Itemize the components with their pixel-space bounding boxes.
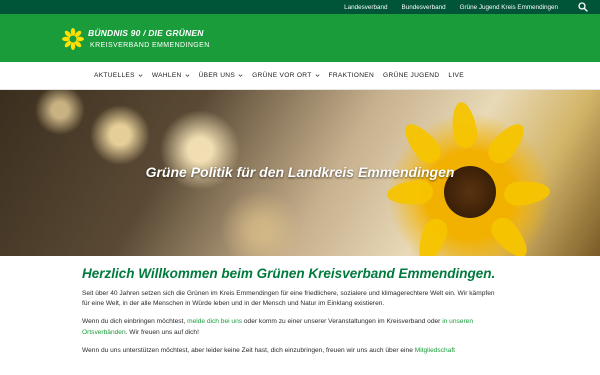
brand-title[interactable]: BÜNDNIS 90 / DIE GRÜNEN	[88, 28, 204, 38]
engagement-paragraph: Wenn du dich einbringen möchtest, melde …	[82, 317, 504, 337]
nav-item-ueber-uns[interactable]: ÜBER UNS	[199, 72, 243, 79]
chevron-down-icon	[315, 74, 319, 77]
sunflower-petal	[412, 215, 452, 256]
support-paragraph: Wenn du uns unterstützen möchtest, aber …	[82, 346, 504, 356]
nav-item-label: LIVE	[448, 72, 464, 79]
contact-link[interactable]: melde dich bei uns	[187, 318, 242, 325]
nav-item-label: WAHLEN	[151, 72, 182, 79]
nav-item-label: FRAKTIONEN	[328, 72, 375, 79]
text-fragment: Wenn du uns unterstützen möchtest, aber …	[82, 346, 415, 354]
nav-item-wahlen[interactable]: WAHLEN	[152, 72, 190, 79]
search-icon[interactable]	[578, 2, 588, 12]
sunflower-petal	[398, 117, 446, 169]
nav-item-live[interactable]: LIVE	[448, 72, 464, 79]
main-navigation: AKTUELLES WAHLEN ÜBER UNS GRÜNE VOR ORT …	[0, 62, 600, 90]
brand-header: BÜNDNIS 90 / DIE GRÜNEN KREISVERBAND EMM…	[0, 14, 600, 62]
brand-subtitle[interactable]: KREISVERBAND EMMENDINGEN	[90, 42, 210, 49]
nav-item-label: ÜBER UNS	[198, 72, 236, 79]
hero-title: Grüne Politik für den Landkreis Emmendin…	[145, 164, 455, 180]
text-fragment: oder komm zu einer unserer Veranstaltung…	[242, 318, 443, 326]
nav-item-aktuelles[interactable]: AKTUELLES	[94, 72, 143, 79]
chevron-down-icon	[138, 74, 143, 77]
nav-item-gruene-jugend[interactable]: GRÜNE JUGEND	[383, 72, 439, 79]
nav-item-fraktionen[interactable]: FRAKTIONEN	[329, 72, 375, 79]
link-bundesverband[interactable]: Bundesverband	[402, 4, 446, 11]
nav-item-label: AKTUELLES	[94, 72, 135, 79]
link-gruene-jugend[interactable]: Grüne Jugend Kreis Emmendingen	[460, 4, 558, 11]
hero-banner: Grüne Politik für den Landkreis Emmendin…	[0, 90, 600, 256]
chevron-down-icon	[238, 74, 243, 77]
text-fragment: . Wir freuen uns auf dich!	[125, 328, 199, 336]
page-heading: Herzlich Willkommen beim Grünen Kreisver…	[82, 266, 496, 281]
sunflower-petal	[503, 179, 551, 207]
nav-item-label: GRÜNE VOR ORT	[252, 72, 312, 79]
main-content: Herzlich Willkommen beim Grünen Kreisver…	[0, 256, 600, 356]
sunflower-petal	[483, 117, 531, 169]
chevron-down-icon	[185, 74, 190, 77]
nav-item-gruene-vor-ort[interactable]: GRÜNE VOR ORT	[252, 72, 319, 79]
sunflower-petal	[386, 179, 434, 207]
nav-item-label: GRÜNE JUGEND	[383, 72, 440, 79]
sunflower-petal	[448, 100, 480, 150]
intro-paragraph: Seit über 40 Jahren setzen sich die Grün…	[82, 290, 495, 308]
text-fragment: Wenn du dich einbringen möchtest,	[82, 318, 188, 326]
sunflower-logo-icon[interactable]	[62, 28, 84, 50]
top-utility-bar: Landesverband Bundesverband Grüne Jugend…	[0, 0, 600, 14]
membership-link[interactable]: Mitgliedschaft	[415, 347, 455, 354]
link-landesverband[interactable]: Landesverband	[344, 4, 387, 11]
sunflower-petal	[486, 212, 534, 256]
